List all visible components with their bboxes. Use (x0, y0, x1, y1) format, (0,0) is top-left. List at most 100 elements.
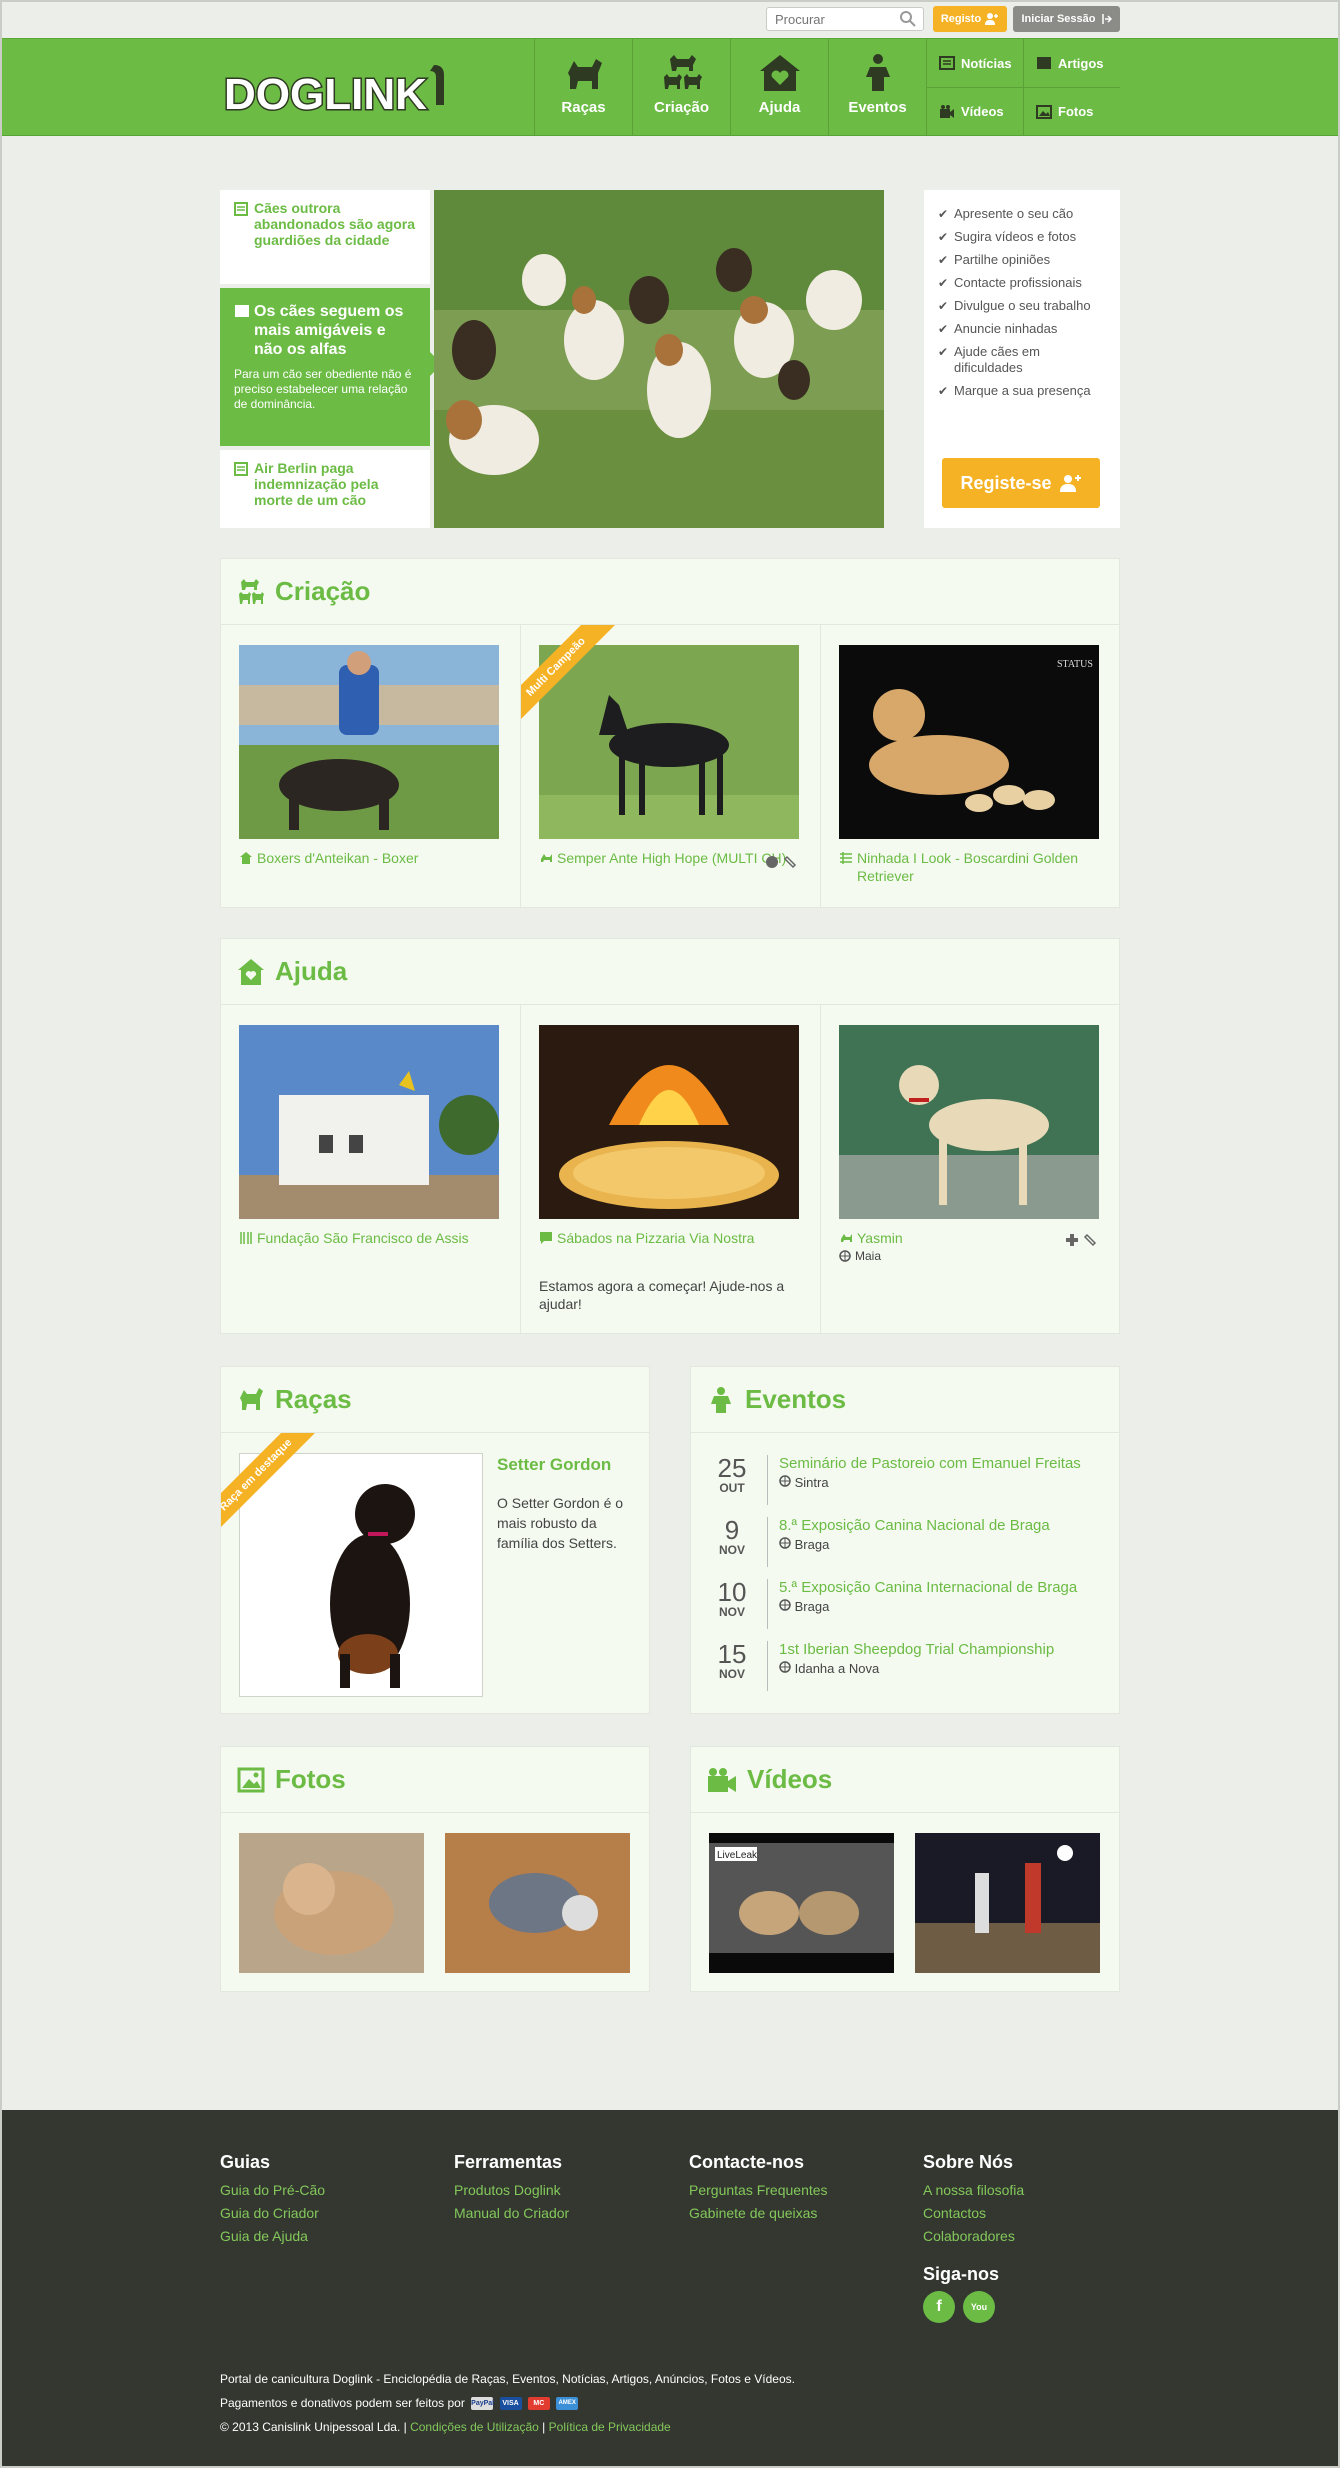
nav-ajuda[interactable]: Ajuda (730, 39, 828, 136)
section-title: Criação (275, 576, 371, 606)
pin-icon[interactable] (783, 855, 797, 869)
terms-link[interactable]: Condições de Utilização (410, 2420, 539, 2434)
nav-racas[interactable]: Raças (534, 39, 632, 136)
event-item[interactable]: 9 NOV 8.ª Exposição Canina Nacional de Br… (691, 1513, 1121, 1575)
youtube-icon[interactable]: You (963, 2291, 995, 2323)
visa-icon: VISA (499, 2397, 522, 2411)
top-bar: Registo Iniciar Sessão (0, 0, 1340, 38)
criacao-card[interactable]: Boxers d'Anteikan - Boxer (221, 625, 521, 907)
event-day: 9 (724, 1515, 740, 1545)
racas-section: Raças Raça em destaque Setter Gordon O S… (220, 1366, 650, 1714)
caption-text: Fundação São Francisco de Assis (257, 1230, 469, 1246)
nav-artigos[interactable]: Artigos (1023, 39, 1120, 87)
golden-litter-photo[interactable]: STATUS (839, 645, 1099, 839)
location-text: Maia (855, 1249, 882, 1263)
footer-link[interactable]: Gabinete de queixas (689, 2202, 828, 2225)
follow-title: Siga-nos (923, 2264, 1000, 2284)
footer-link[interactable]: Guia do Pré-Cão (220, 2179, 325, 2202)
footer-col-title: Guias (220, 2152, 271, 2172)
event-place: Braga (779, 1599, 829, 1614)
facebook-icon[interactable]: f (923, 2291, 955, 2323)
footer-link[interactable]: Guia de Ajuda (220, 2225, 325, 2248)
news-item[interactable]: Air Berlin paga indemnização pela morte … (220, 450, 430, 528)
event-item[interactable]: 10 NOV 5.ª Exposição Canina Internacional… (691, 1575, 1121, 1637)
video-thumb-pugs[interactable]: LiveLeak (709, 1833, 894, 1973)
nav-criacao[interactable]: Criação (632, 39, 730, 136)
medical-icon[interactable] (1065, 1233, 1079, 1247)
footer-link[interactable]: Contactos (923, 2202, 1024, 2225)
logo-text: DOGLINK (224, 70, 427, 119)
benefit-item: Anuncie ninhadas (938, 321, 1106, 337)
event-title[interactable]: 1st Iberian Sheepdog Trial Championship (779, 1641, 1109, 1658)
amex-icon: AMEX (556, 2397, 579, 2411)
criacao-caption[interactable]: Boxers d'Anteikan - Boxer (239, 849, 489, 867)
ajuda-card[interactable]: Sábados na Pizzaria Via Nostra Estamos a… (521, 1005, 821, 1333)
book-icon (235, 305, 249, 317)
breeding-icon (239, 578, 264, 604)
event-item[interactable]: 25 OUT Seminário de Pastoreio com Emanuel… (691, 1451, 1121, 1513)
nav-videos[interactable]: Vídeos (926, 87, 1023, 135)
register-button[interactable]: Registo (933, 6, 1007, 32)
pin-icon[interactable] (1083, 1233, 1097, 1247)
ajuda-caption[interactable]: Sábados na Pizzaria Via Nostra (539, 1229, 789, 1247)
house-icon (240, 852, 252, 864)
footer-link[interactable]: A nossa filosofia (923, 2179, 1024, 2202)
photo-thumb-bulldog[interactable] (239, 1833, 424, 1973)
event-month: OUT (719, 1481, 745, 1495)
breed-name[interactable]: Setter Gordon (497, 1455, 611, 1475)
event-item[interactable]: 15 NOV 1st Iberian Sheepdog Trial Champio… (691, 1637, 1121, 1699)
news-item-active[interactable]: Os cães seguem os mais amigáveis e não o… (220, 288, 442, 446)
footer-link[interactable]: Colaboradores (923, 2225, 1024, 2248)
section-title: Eventos (745, 1384, 847, 1414)
criacao-card[interactable]: Multi Campeão Semper Ante High Hope (MUL… (521, 625, 821, 907)
section-header: Eventos (691, 1367, 1119, 1433)
event-day: 15 (717, 1639, 747, 1669)
event-date: 15 NOV (709, 1641, 755, 1681)
register-big-button[interactable]: Registe-se (942, 458, 1100, 508)
payment-line: Pagamentos e donativos podem ser feitos … (220, 2396, 579, 2411)
event-divider (767, 1455, 768, 1505)
pizza-photo[interactable] (539, 1025, 799, 1219)
login-button[interactable]: Iniciar Sessão (1013, 6, 1120, 32)
nav-racas-label: Raças (561, 99, 606, 116)
footer-col-title: Ferramentas (454, 2152, 563, 2172)
benefit-item: Sugira vídeos e fotos (938, 229, 1106, 245)
hero-image-dogs[interactable] (434, 190, 884, 528)
foundation-photo[interactable] (239, 1025, 499, 1219)
footer-link[interactable]: Perguntas Frequentes (689, 2179, 828, 2202)
criacao-caption[interactable]: Ninhada I Look - Boscardini Golden Retri… (839, 849, 1089, 885)
news-item[interactable]: Cães outrora abandonados são agora guard… (220, 190, 430, 284)
privacy-link[interactable]: Política de Privacidade (549, 2420, 671, 2434)
ajuda-caption[interactable]: Fundação São Francisco de Assis (239, 1229, 489, 1247)
ajuda-caption[interactable]: Yasmin (839, 1229, 1089, 1247)
section-title: Raças (275, 1384, 352, 1414)
ajuda-card[interactable]: Yasmin Maia (821, 1005, 1121, 1333)
photo-thumb-dog-floor[interactable] (445, 1833, 630, 1973)
nav-noticias[interactable]: Notícias (926, 39, 1023, 87)
video-thumb-show[interactable] (915, 1833, 1100, 1973)
house-heart-icon (759, 55, 800, 91)
section-title: Vídeos (747, 1764, 833, 1794)
yasmin-dog-photo[interactable] (839, 1025, 1099, 1219)
benefit-item: Contacte profissionais (938, 275, 1106, 291)
criacao-caption[interactable]: Semper Ante High Hope (MULTI CH) (539, 849, 789, 867)
footer-link[interactable]: Manual do Criador (454, 2202, 569, 2225)
ajuda-card[interactable]: Fundação São Francisco de Assis (221, 1005, 521, 1333)
criacao-card[interactable]: STATUS Ninhada I Look - Boscardini Golde… (821, 625, 1121, 907)
nav-eventos[interactable]: Eventos (828, 39, 926, 136)
event-title[interactable]: 8.ª Exposição Canina Nacional de Braga (779, 1517, 1109, 1534)
mastercard-icon: MC (527, 2397, 550, 2411)
nav-fotos-label: Fotos (1058, 104, 1094, 119)
search-icon[interactable] (899, 10, 917, 28)
footer-link[interactable]: Guia do Criador (220, 2202, 325, 2225)
comment-icon[interactable] (765, 855, 779, 869)
nav-artigos-label: Artigos (1058, 55, 1104, 71)
breeder-photo[interactable] (239, 645, 499, 839)
event-date: 25 OUT (709, 1455, 755, 1495)
event-title[interactable]: Seminário de Pastoreio com Emanuel Freit… (779, 1455, 1109, 1472)
nav-fotos[interactable]: Fotos (1023, 87, 1120, 135)
breeding-icon (663, 55, 702, 89)
event-title[interactable]: 5.ª Exposição Canina Internacional de Br… (779, 1579, 1109, 1596)
footer-link[interactable]: Produtos Doglink (454, 2179, 569, 2202)
doglink-logo[interactable]: DOGLINK (220, 51, 456, 123)
